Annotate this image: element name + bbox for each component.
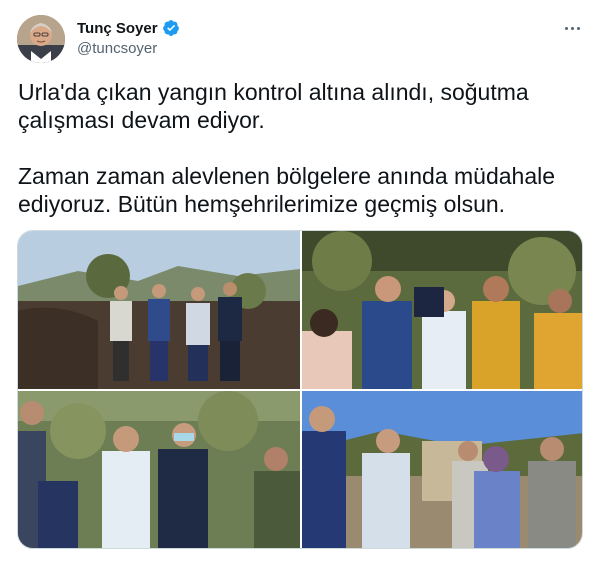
photo-2[interactable] bbox=[302, 231, 582, 389]
photo-1[interactable] bbox=[18, 231, 300, 389]
author-handle[interactable]: @tuncsoyer bbox=[77, 40, 180, 57]
verified-badge-icon bbox=[162, 19, 180, 37]
more-options-icon[interactable] bbox=[560, 18, 584, 38]
author-block: Tunç Soyer @tuncsoyer bbox=[77, 18, 180, 57]
tweet-paragraph-2: Zaman zaman alevlenen bölgelere anında m… bbox=[18, 163, 556, 217]
photo-4[interactable] bbox=[302, 391, 582, 548]
author-display-name[interactable]: Tunç Soyer bbox=[77, 20, 158, 37]
media-grid bbox=[17, 230, 583, 549]
tweet-text: Urla'da çıkan yangın kontrol altına alın… bbox=[18, 78, 578, 218]
tweet-card[interactable]: Tunç Soyer @tuncsoyer Urla'da çıkan yang… bbox=[0, 0, 600, 562]
photo-3[interactable] bbox=[18, 391, 300, 548]
author-avatar[interactable] bbox=[17, 15, 65, 63]
tweet-paragraph-1: Urla'da çıkan yangın kontrol altına alın… bbox=[18, 79, 529, 133]
